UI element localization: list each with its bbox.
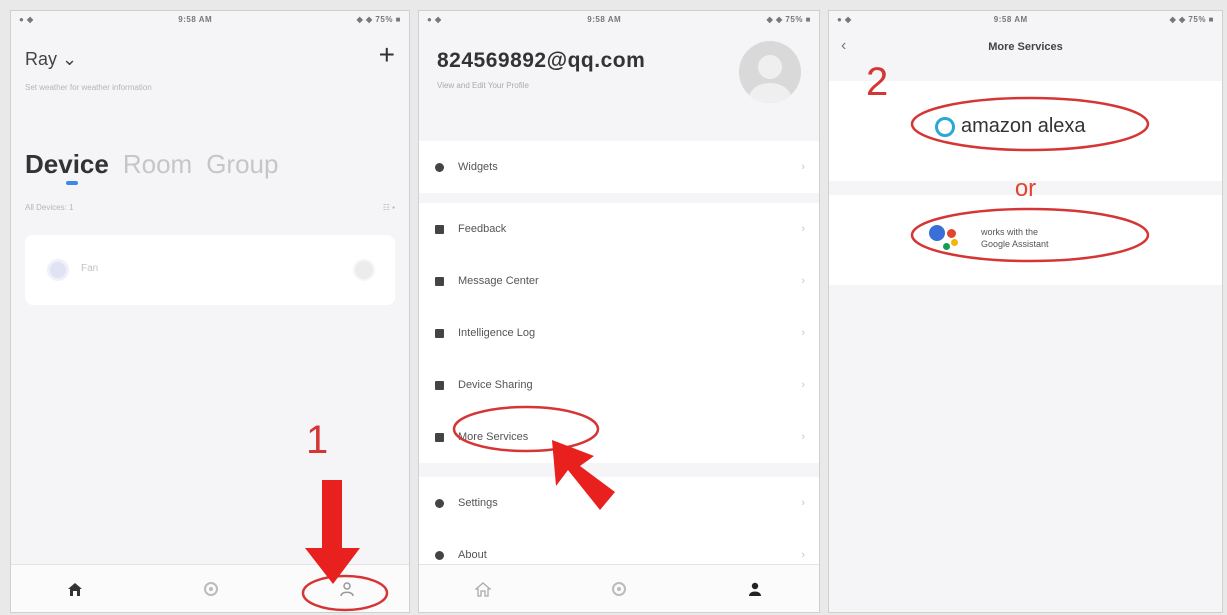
services-icon (435, 432, 444, 442)
info-icon (435, 550, 444, 560)
status-bar: ● ◆ 9:58 AM ◆ ◆ 75% ■ (11, 11, 409, 27)
list-view-icon[interactable]: ☷ ▪ (383, 203, 395, 212)
weather-hint[interactable]: Set weather for weather information (25, 83, 152, 92)
tab-device[interactable]: Device (25, 149, 109, 180)
menu-item-feedback[interactable]: Feedback › (419, 203, 819, 255)
alexa-ring-icon (935, 116, 955, 137)
status-left: ● ◆ (837, 14, 852, 24)
edit-profile-link[interactable]: View and Edit Your Profile (437, 81, 529, 90)
menu-item-label: Settings (458, 497, 498, 509)
profile-icon[interactable] (745, 579, 765, 599)
status-left: ● ◆ (19, 14, 34, 24)
profile-icon[interactable] (337, 579, 357, 599)
menu-item-label: Device Sharing (458, 379, 533, 391)
home-icon[interactable] (473, 579, 493, 599)
menu-item-intelligence-log[interactable]: Intelligence Log › (419, 307, 819, 359)
google-assistant-logo[interactable]: works with the Google Assistant (929, 223, 1049, 253)
menu-item-message-center[interactable]: Message Center › (419, 255, 819, 307)
active-tab-indicator (66, 181, 78, 185)
device-count-row: All Devices: 1 ☷ ▪ (25, 203, 395, 212)
bottom-tab-bar (419, 564, 819, 612)
status-right: ◆ ◆ 75% ■ (356, 14, 401, 24)
menu-item-label: Widgets (458, 161, 498, 173)
chevron-right-icon: › (801, 275, 805, 287)
status-bar: ● ◆ 9:58 AM ◆ ◆ 75% ■ (419, 11, 819, 27)
alexa-label: amazon alexa (961, 115, 1086, 137)
profile-screen: ● ◆ 9:58 AM ◆ ◆ 75% ■ 824569892@qq.com V… (418, 10, 820, 613)
status-left: ● ◆ (427, 14, 442, 24)
menu-item-label: Intelligence Log (458, 327, 536, 339)
scene-icon[interactable] (201, 579, 221, 599)
chevron-right-icon: › (801, 161, 805, 173)
gear-icon (435, 498, 444, 508)
chevron-right-icon: › (801, 549, 805, 561)
status-bar: ● ◆ 9:58 AM ◆ ◆ 75% ■ (829, 11, 1222, 27)
ga-line-1: works with the (981, 227, 1039, 237)
menu-group-widgets: Widgets › (419, 141, 819, 193)
menu-item-settings[interactable]: Settings › (419, 477, 819, 529)
menu-item-device-sharing[interactable]: Device Sharing › (419, 359, 819, 411)
home-icon[interactable] (65, 579, 85, 599)
device-card[interactable]: Fan (25, 235, 395, 305)
widgets-icon (435, 162, 444, 172)
ga-line-2: Google Assistant (981, 239, 1049, 249)
status-time: 9:58 AM (993, 14, 1028, 24)
account-email[interactable]: 824569892@qq.com (437, 49, 645, 73)
home-screen: ● ◆ 9:58 AM ◆ ◆ 75% ■ Ray ⌄ + Set weathe… (10, 10, 410, 613)
or-label: or (1014, 175, 1037, 202)
home-tabs: Device Room Group (25, 149, 278, 180)
chevron-right-icon: › (801, 431, 805, 443)
status-time: 9:58 AM (587, 14, 622, 24)
chevron-right-icon: › (801, 223, 805, 235)
status-time: 9:58 AM (178, 14, 213, 24)
tab-group[interactable]: Group (206, 149, 278, 180)
google-assistant-icon (929, 223, 969, 253)
message-icon (435, 276, 444, 286)
step-2-number: 2 (866, 60, 889, 104)
step-1-number: 1 (306, 418, 329, 462)
avatar[interactable] (739, 41, 801, 103)
menu-group-main: Feedback › Message Center › Intelligence… (419, 203, 819, 463)
log-icon (435, 328, 444, 338)
menu-item-label: About (458, 549, 487, 561)
menu-item-more-services[interactable]: More Services › (419, 411, 819, 463)
menu-item-label: More Services (458, 431, 529, 443)
tutorial-composite: ● ◆ 9:58 AM ◆ ◆ 75% ■ Ray ⌄ + Set weathe… (0, 0, 1227, 615)
google-assistant-text: works with the Google Assistant (981, 226, 1049, 250)
page-title: More Services (988, 41, 1063, 53)
device-count: All Devices: 1 (25, 203, 74, 212)
tab-room[interactable]: Room (123, 149, 192, 180)
power-button[interactable] (353, 259, 375, 281)
menu-item-label: Message Center (458, 275, 539, 287)
plus-icon[interactable]: + (379, 41, 395, 69)
menu-item-widgets[interactable]: Widgets › (419, 141, 819, 193)
bottom-tab-bar (11, 564, 409, 612)
scene-icon[interactable] (609, 579, 629, 599)
chevron-right-icon: › (801, 327, 805, 339)
sharing-icon (435, 380, 444, 390)
status-right: ◆ ◆ 75% ■ (766, 14, 811, 24)
status-right: ◆ ◆ 75% ■ (1169, 14, 1214, 24)
home-name-dropdown[interactable]: Ray ⌄ (25, 49, 77, 70)
device-name: Fan (81, 263, 99, 274)
chevron-right-icon: › (801, 379, 805, 391)
alexa-logo[interactable]: amazon alexa (935, 115, 1086, 138)
chevron-right-icon: › (801, 497, 805, 509)
feedback-icon (435, 224, 444, 234)
menu-item-label: Feedback (458, 223, 507, 235)
fan-device-icon (47, 259, 69, 281)
